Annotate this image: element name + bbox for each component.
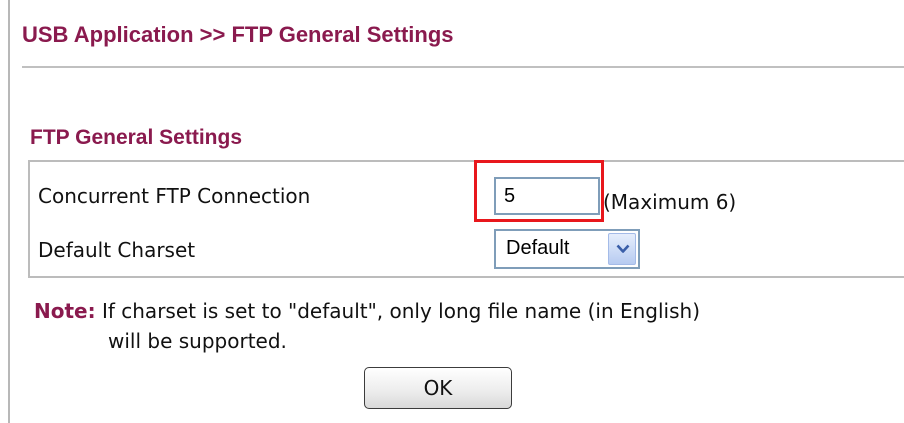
charset-selected-value: Default: [506, 237, 570, 259]
concurrent-connection-input[interactable]: [494, 177, 600, 215]
charset-select[interactable]: Default: [494, 229, 640, 269]
note-line-2: will be supported.: [108, 329, 287, 353]
dropdown-button[interactable]: [608, 233, 636, 265]
note-label: Note:: [34, 299, 96, 323]
ok-button[interactable]: OK: [364, 367, 512, 409]
concurrent-connection-label: Concurrent FTP Connection: [38, 184, 311, 208]
note-text: Note: If charset is set to "default", on…: [34, 296, 904, 356]
chevron-down-icon: [616, 244, 630, 253]
default-charset-label: Default Charset: [38, 238, 196, 262]
note-line-1: If charset is set to "default", only lon…: [95, 299, 701, 323]
maximum-hint: (Maximum 6): [603, 190, 737, 214]
section-title: FTP General Settings: [30, 126, 242, 149]
page-title: USB Application >> FTP General Settings: [22, 22, 454, 47]
title-divider: [22, 66, 904, 68]
